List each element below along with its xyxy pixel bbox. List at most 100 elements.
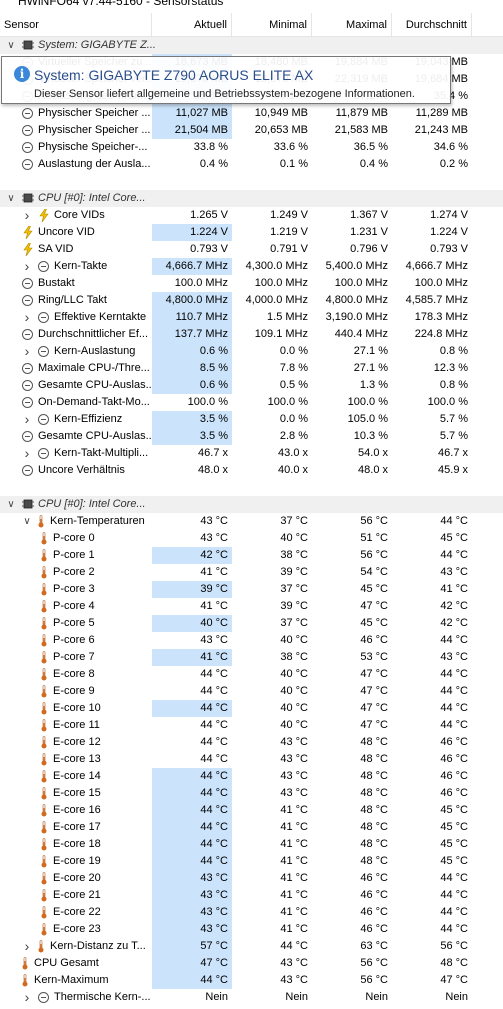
sensor-row[interactable]: Gesamte CPU-Auslas... 3.5 % 2.8 % 10.3 % 5.7… <box>0 428 503 445</box>
sensor-row[interactable]: › Effektive Kerntakte 110.7 MHz 1.5 MHz 3,19… <box>0 309 503 326</box>
chevron-right-icon[interactable]: › <box>22 309 32 326</box>
sensor-row[interactable]: E-core 10 44 °C 40 °C 47 °C 44 °C <box>0 700 503 717</box>
sensor-row[interactable]: Physischer Speicher ... 21,504 MB 20,653 M… <box>0 122 503 139</box>
sensor-row[interactable]: Maximale CPU-/Thre... 8.5 % 7.8 % 27.1 % 12.… <box>0 360 503 377</box>
chevron-right-icon[interactable]: › <box>22 989 32 1006</box>
chevron-down-icon[interactable]: ∨ <box>6 496 16 513</box>
current-value: 43 °C <box>152 887 232 904</box>
sensor-row[interactable]: ∨ Kern-Temperaturen 43 °C 37 °C 56 °C 44 °C <box>0 513 503 530</box>
avg-value: 44 °C <box>440 872 468 884</box>
sensor-row[interactable]: Kern-Maximum 44 °C 43 °C 56 °C 47 °C <box>0 972 503 989</box>
chevron-down-icon[interactable]: ∨ <box>22 513 32 530</box>
sensor-label: E-core 17 <box>53 821 101 833</box>
sensor-row[interactable]: On-Demand-Takt-Mo... 100.0 % 100.0 % 100.0 … <box>0 394 503 411</box>
sensor-row[interactable]: E-core 22 43 °C 41 °C 46 °C 44 °C <box>0 904 503 921</box>
current-value: 33.8 % <box>193 141 228 153</box>
max-value: 100.0 MHz <box>334 277 388 289</box>
current-value: 47 °C <box>152 955 232 972</box>
column-header-sensor[interactable]: Sensor <box>0 13 152 37</box>
current-value: 137.7 MHz <box>152 326 232 343</box>
chevron-right-icon[interactable]: › <box>22 938 32 955</box>
sensor-row[interactable]: P-core 5 40 °C 37 °C 45 °C 42 °C <box>0 615 503 632</box>
chevron-down-icon[interactable]: ∨ <box>6 37 16 54</box>
current-value: 44 °C <box>200 753 228 765</box>
current-value: 42 °C <box>152 547 232 564</box>
sensor-name-cell: E-core 8 <box>0 666 152 683</box>
sensor-row[interactable]: Gesamte CPU-Auslas... 0.6 % 0.5 % 1.3 % 0.8 … <box>0 377 503 394</box>
sensor-row[interactable]: E-core 17 44 °C 41 °C 48 °C 45 °C <box>0 819 503 836</box>
sensor-row[interactable]: E-core 20 43 °C 41 °C 46 °C 44 °C <box>0 870 503 887</box>
chevron-down-icon[interactable]: ∨ <box>6 190 16 207</box>
sensor-row[interactable]: E-core 9 44 °C 40 °C 47 °C 44 °C <box>0 683 503 700</box>
sensor-name-cell: P-core 4 <box>0 598 152 615</box>
max-value: 47 °C <box>360 668 388 680</box>
sensor-name-cell: E-core 10 <box>0 700 152 717</box>
avg-value: 43 °C <box>440 651 468 663</box>
sensor-group-header[interactable]: ∨ System: GIGABYTE Z... <box>0 37 503 54</box>
sensor-row[interactable]: P-core 4 41 °C 39 °C 47 °C 42 °C <box>0 598 503 615</box>
column-header-avg[interactable]: Durchschnitt <box>392 13 472 37</box>
sensor-row[interactable]: › Kern-Effizienz 3.5 % 0.0 % 105.0 % 5.7 % <box>0 411 503 428</box>
sensor-row[interactable]: Durchschnittlicher Ef... 137.7 MHz 109.1 M… <box>0 326 503 343</box>
sensor-group-header[interactable]: ∨ CPU [#0]: Intel Core... <box>0 496 503 513</box>
sensor-name-cell: › Kern-Takt-Multipli... <box>0 445 152 462</box>
sensor-row[interactable]: P-core 3 39 °C 37 °C 45 °C 41 °C <box>0 581 503 598</box>
sensor-row[interactable]: P-core 1 42 °C 38 °C 56 °C 44 °C <box>0 547 503 564</box>
sensor-row[interactable]: Uncore VID 1.224 V 1.219 V 1.231 V 1.224 V <box>0 224 503 241</box>
chevron-right-icon[interactable]: › <box>22 258 32 275</box>
sensor-row[interactable]: Auslastung der Ausla... 0.4 % 0.1 % 0.4 % 0.… <box>0 156 503 173</box>
avg-value: 4,666.7 MHz <box>405 260 468 272</box>
thermometer-icon <box>41 821 47 834</box>
chevron-right-icon[interactable]: › <box>22 411 32 428</box>
max-value: 47 °C <box>360 702 388 714</box>
sensor-row[interactable]: E-core 11 44 °C 40 °C 47 °C 44 °C <box>0 717 503 734</box>
avg-value: 45 °C <box>440 821 468 833</box>
avg-value: 43 °C <box>440 566 468 578</box>
sensor-row[interactable]: E-core 8 44 °C 40 °C 47 °C 44 °C <box>0 666 503 683</box>
sensor-row[interactable]: E-core 13 44 °C 43 °C 48 °C 46 °C <box>0 751 503 768</box>
sensor-row[interactable]: P-core 7 41 °C 38 °C 53 °C 43 °C <box>0 649 503 666</box>
current-value: 0.4 % <box>199 158 228 170</box>
chevron-right-icon[interactable]: › <box>22 445 32 462</box>
sensor-name-cell: E-core 14 <box>0 768 152 785</box>
sensor-row[interactable]: P-core 0 43 °C 40 °C 51 °C 45 °C <box>0 530 503 547</box>
max-value: 46 °C <box>360 872 388 884</box>
sensor-row[interactable]: › Kern-Takt-Multipli... 46.7 x 43.0 x 54.0 x… <box>0 445 503 462</box>
sensor-row[interactable]: SA VID 0.793 V 0.791 V 0.796 V 0.793 V <box>0 241 503 258</box>
avg-value: 44 °C <box>440 923 468 935</box>
sensor-row[interactable]: E-core 12 44 °C 43 °C 48 °C 46 °C <box>0 734 503 751</box>
sensor-row[interactable]: P-core 2 41 °C 39 °C 54 °C 43 °C <box>0 564 503 581</box>
sensor-row[interactable]: E-core 16 44 °C 41 °C 48 °C 45 °C <box>0 802 503 819</box>
column-header-current[interactable]: Aktuell <box>152 13 232 37</box>
chevron-right-icon[interactable]: › <box>22 343 32 360</box>
sensor-row[interactable]: E-core 23 43 °C 41 °C 46 °C 44 °C <box>0 921 503 938</box>
sensor-label: P-core 1 <box>53 549 95 561</box>
sensor-row[interactable]: › Kern-Auslastung 0.6 % 0.0 % 27.1 % 0.8 % <box>0 343 503 360</box>
sensor-row[interactable]: E-core 18 44 °C 41 °C 48 °C 45 °C <box>0 836 503 853</box>
thermometer-icon <box>41 838 47 851</box>
sensor-row[interactable]: › Core VIDs 1.265 V 1.249 V 1.367 V 1.274 V <box>0 207 503 224</box>
avg-value: 34.6 % <box>433 141 468 153</box>
min-value: 40.0 x <box>278 464 308 476</box>
sensor-row[interactable]: E-core 15 44 °C 43 °C 48 °C 46 °C <box>0 785 503 802</box>
sensor-row[interactable]: E-core 19 44 °C 41 °C 48 °C 45 °C <box>0 853 503 870</box>
column-header-min[interactable]: Minimal <box>232 13 312 37</box>
min-value: 20,653 MB <box>254 124 308 136</box>
sensor-row[interactable]: Uncore Verhältnis 48.0 x 40.0 x 48.0 x 45.9 … <box>0 462 503 479</box>
sensor-row[interactable]: E-core 14 44 °C 43 °C 48 °C 46 °C <box>0 768 503 785</box>
sensor-row[interactable]: Bustakt 100.0 MHz 100.0 MHz 100.0 MHz 100.0 … <box>0 275 503 292</box>
sensor-row[interactable]: CPU Gesamt 47 °C 43 °C 56 °C 48 °C <box>0 955 503 972</box>
column-header-max[interactable]: Maximal <box>312 13 392 37</box>
sensor-row[interactable]: E-core 21 43 °C 41 °C 46 °C 44 °C <box>0 887 503 904</box>
sensor-row[interactable]: › Thermische Kern-... Nein Nein Nein Nein <box>0 989 503 1006</box>
sensor-row[interactable]: Ring/LLC Takt 4,800.0 MHz 4,000.0 MHz 4,800… <box>0 292 503 309</box>
sensor-row[interactable]: Physische Speicher-... 33.8 % 33.6 % 36.5 %… <box>0 139 503 156</box>
avg-value: 1.224 V <box>430 226 468 238</box>
sensor-row[interactable]: Physischer Speicher ... 11,027 MB 10,949 M… <box>0 105 503 122</box>
chevron-right-icon[interactable]: › <box>22 207 32 224</box>
sensor-group-header[interactable]: ∨ CPU [#0]: Intel Core... <box>0 190 503 207</box>
sensor-row[interactable]: › Kern-Distanz zu T... 57 °C 44 °C 63 °C 56 °… <box>0 938 503 955</box>
sensor-row[interactable]: › Kern-Takte 4,666.7 MHz 4,300.0 MHz 5,400.0… <box>0 258 503 275</box>
sensor-label: E-core 9 <box>53 685 95 697</box>
sensor-row[interactable]: P-core 6 43 °C 40 °C 46 °C 44 °C <box>0 632 503 649</box>
